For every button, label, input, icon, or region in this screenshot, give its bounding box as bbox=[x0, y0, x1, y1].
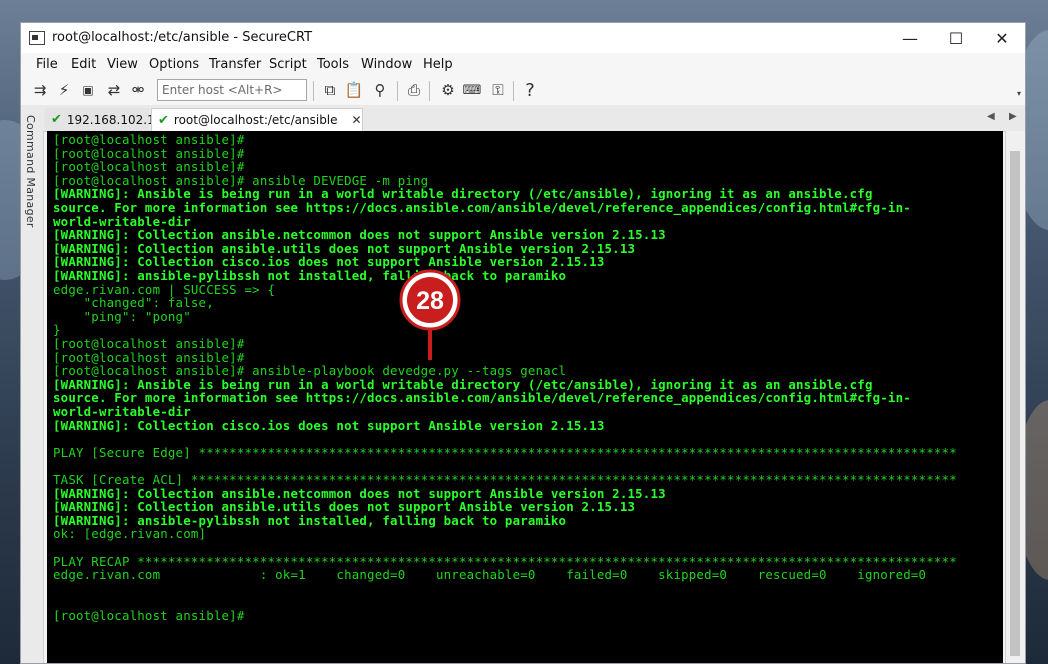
tab-label: 192.168.102.11 bbox=[66, 112, 163, 127]
toolbar-separator bbox=[397, 81, 398, 101]
connected-check-icon: ✔ bbox=[51, 112, 62, 127]
title-bar: root@localhost:/etc/ansible - SecureCRT … bbox=[21, 23, 1025, 53]
tab-session-192-168-102-11[interactable]: ✔ 192.168.102.11 bbox=[45, 108, 162, 131]
terminal-line: [root@localhost ansible]# bbox=[53, 132, 245, 147]
marker-label: 28 bbox=[416, 287, 444, 315]
close-button[interactable]: ✕ bbox=[979, 23, 1025, 53]
step-marker: 28 bbox=[399, 269, 461, 360]
toolbar-overflow-icon[interactable]: ▾ bbox=[1017, 89, 1021, 98]
menu-window[interactable]: Window bbox=[361, 57, 412, 72]
menu-script[interactable]: Script bbox=[269, 57, 307, 72]
find-icon[interactable]: ⚲ bbox=[371, 81, 389, 99]
terminal-line: [WARNING]: Collection ansible.utils does… bbox=[53, 499, 636, 515]
toolbar-separator bbox=[313, 81, 314, 101]
terminal-line: PLAY [Secure Edge] *********************… bbox=[53, 444, 957, 460]
securecrt-app-icon bbox=[29, 31, 45, 45]
command-manager-label: Command Manager bbox=[24, 115, 37, 228]
toolbar-separator bbox=[429, 81, 430, 101]
terminal-line: [root@localhost ansible]# bbox=[53, 349, 245, 365]
copy-icon[interactable]: ⧉ bbox=[321, 81, 339, 99]
tab-label: root@localhost:/etc/ansible bbox=[173, 113, 338, 127]
session-tab-bar: ✔ 192.168.102.11 ✔ root@localhost:/etc/a… bbox=[43, 105, 1025, 132]
quick-connect-icon[interactable]: ⚡ bbox=[55, 81, 73, 99]
terminal-line: [root@localhost ansible]# bbox=[53, 608, 245, 623]
command-manager-panel[interactable]: Command Manager bbox=[21, 105, 44, 663]
terminal-line: [WARNING]: ansible-pylibssh not installe… bbox=[53, 512, 567, 528]
menu-help[interactable]: Help bbox=[423, 57, 453, 72]
tab-session-root-localhost[interactable]: ✔ root@localhost:/etc/ansible ✕ bbox=[151, 108, 363, 131]
toolbar-separator bbox=[513, 81, 514, 101]
terminal-line: edge.rivan.com : ok=1 changed=0 unreacha… bbox=[53, 567, 927, 583]
terminal-line: [root@localhost ansible]# bbox=[53, 159, 245, 175]
terminal-line: world-writable-dir bbox=[53, 213, 191, 229]
terminal-line: world-writable-dir bbox=[53, 404, 191, 419]
terminal-line: [root@localhost ansible]# bbox=[53, 145, 245, 161]
terminal-line: source. For more information see https:/… bbox=[53, 390, 911, 406]
menu-transfer[interactable]: Transfer bbox=[209, 57, 261, 72]
terminal-line: TASK [Create ACL] **********************… bbox=[53, 472, 957, 487]
reconnect-icon[interactable]: ⇄ bbox=[105, 81, 123, 99]
scrollbar-thumb[interactable] bbox=[1010, 151, 1020, 656]
terminal-line: ok: [edge.rivan.com] bbox=[53, 526, 207, 542]
minimize-button[interactable]: — bbox=[887, 23, 933, 53]
tab-scroll-left-icon[interactable]: ◀ bbox=[987, 111, 995, 122]
window-title: root@localhost:/etc/ansible - SecureCRT bbox=[52, 30, 313, 45]
terminal-line: [WARNING]: Collection ansible.utils does… bbox=[53, 240, 636, 256]
terminal-line: PLAY RECAP *****************************… bbox=[53, 553, 957, 569]
tab-close-icon[interactable]: ✕ bbox=[352, 113, 362, 127]
close-icon: ✕ bbox=[995, 28, 1009, 48]
terminal-line: [WARNING]: Collection ansible.netcommon … bbox=[53, 227, 666, 243]
terminal-line: [WARNING]: Collection ansible.netcommon … bbox=[53, 485, 666, 501]
terminal-line: source. For more information see https:/… bbox=[53, 200, 911, 215]
terminal-line: [root@localhost ansible]# ansible DEVEDG… bbox=[53, 172, 429, 188]
terminal-line: [WARNING]: Ansible is being run in a wor… bbox=[53, 186, 873, 202]
terminal-line: "changed": false, bbox=[53, 295, 214, 311]
connected-check-icon: ✔ bbox=[158, 112, 169, 128]
terminal-line: [WARNING]: Collection cisco.ios does not… bbox=[53, 417, 605, 433]
terminal-output[interactable]: [root@localhost ansible]# [root@localhost… bbox=[47, 131, 1003, 663]
sftp-icon[interactable]: ⚿ bbox=[489, 81, 507, 99]
terminal-line: [WARNING]: Collection cisco.ios does not… bbox=[53, 254, 605, 270]
minimize-icon: — bbox=[902, 28, 918, 48]
disconnect-icon[interactable]: ⚮ bbox=[129, 81, 147, 99]
menu-options[interactable]: Options bbox=[149, 57, 199, 72]
terminal-line: [root@localhost ansible]# bbox=[53, 336, 245, 351]
terminal-icon[interactable]: ▣ bbox=[79, 81, 97, 99]
menu-view[interactable]: View bbox=[107, 57, 138, 72]
menu-file[interactable]: File bbox=[36, 57, 58, 72]
terminal-line: edge.rivan.com | SUCCESS => { bbox=[53, 281, 276, 297]
connect-icon[interactable]: ⇉ bbox=[31, 81, 49, 99]
terminal-line: [WARNING]: Ansible is being run in a wor… bbox=[53, 376, 873, 392]
paste-icon[interactable]: 📋 bbox=[345, 81, 364, 99]
maximize-button[interactable]: ☐ bbox=[933, 23, 979, 53]
menu-tools[interactable]: Tools bbox=[317, 57, 349, 72]
menu-edit[interactable]: Edit bbox=[71, 57, 96, 72]
maximize-icon: ☐ bbox=[948, 28, 964, 48]
terminal-line: "ping": "pong" bbox=[53, 308, 191, 324]
tab-scroll-right-icon[interactable]: ▶ bbox=[1009, 111, 1017, 122]
terminal-line: [root@localhost ansible]# ansible-playbo… bbox=[53, 363, 567, 379]
settings-icon[interactable]: ⚙ bbox=[439, 81, 457, 99]
help-icon[interactable]: ? bbox=[521, 80, 539, 101]
toolbar: ⇉ ⚡ ▣ ⇄ ⚮ ⧉ 📋 ⚲ ⎙ ⚙ ⌨ ⚿ ? ▾ bbox=[21, 75, 1025, 106]
menu-bar: File Edit View Options Transfer Script T… bbox=[21, 53, 1025, 75]
host-input[interactable] bbox=[157, 79, 307, 101]
terminal-line: [WARNING]: ansible-pylibssh not installe… bbox=[53, 268, 567, 283]
print-icon[interactable]: ⎙ bbox=[405, 81, 423, 99]
terminal-scrollbar[interactable] bbox=[1005, 131, 1025, 663]
terminal-line: } bbox=[53, 322, 61, 338]
securecrt-window: root@localhost:/etc/ansible - SecureCRT … bbox=[20, 22, 1026, 664]
keymap-icon[interactable]: ⌨ bbox=[463, 81, 482, 99]
